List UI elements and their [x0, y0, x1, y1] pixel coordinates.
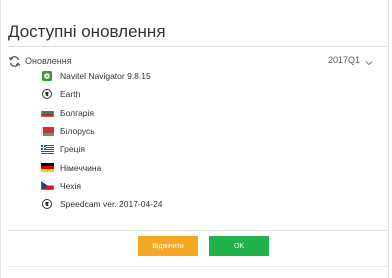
flag-bulgaria-icon: [40, 108, 54, 118]
updates-list: Navitel Navigator 9.8.15 Earth Болгарія …: [40, 67, 163, 213]
flag-germany-icon: [40, 163, 54, 173]
flag-belarus-icon: [40, 126, 54, 136]
flag-greece-icon: [40, 144, 54, 154]
page-title: Доступні оновлення: [8, 22, 166, 41]
flag-czechia-icon: [40, 181, 54, 191]
list-item-label: Німеччина: [60, 162, 102, 173]
globe-icon: [40, 89, 54, 100]
list-item-label: Чехія: [60, 180, 81, 191]
bottom-divider: [8, 266, 388, 267]
ok-button[interactable]: OK: [209, 236, 269, 256]
list-item: Speedcam ver. 2017-04-24: [40, 195, 163, 213]
speedcam-icon: [40, 199, 54, 210]
list-item-label: Navitel Navigator 9.8.15: [60, 71, 151, 82]
list-item-label: Болгарія: [60, 107, 94, 118]
version-value: 2017Q1: [327, 55, 360, 65]
refresh-icon[interactable]: [8, 55, 21, 68]
list-item-label: Греція: [60, 144, 85, 155]
list-item-label: Speedcam ver. 2017-04-24: [60, 199, 163, 210]
list-item-label: Білорусь: [60, 126, 95, 137]
list-item: Earth: [40, 85, 163, 103]
title-divider: [8, 46, 388, 47]
list-item: Німеччина: [40, 158, 163, 176]
navitel-app-icon: [40, 71, 54, 82]
list-item: Чехія: [40, 177, 163, 195]
updates-label: Оновлення: [25, 56, 72, 66]
list-item: Болгарія: [40, 104, 163, 122]
footer-divider: [8, 230, 388, 231]
updates-dialog: Доступні оновлення Оновлення 2017Q1 Navi…: [0, 0, 388, 278]
list-item: Navitel Navigator 9.8.15: [40, 67, 163, 85]
list-item: Греція: [40, 140, 163, 158]
list-item: Білорусь: [40, 122, 163, 140]
right-edge: [388, 0, 389, 278]
list-item-label: Earth: [60, 89, 81, 100]
cancel-button[interactable]: Відмінити: [138, 236, 198, 256]
chevron-down-icon[interactable]: [364, 55, 374, 66]
